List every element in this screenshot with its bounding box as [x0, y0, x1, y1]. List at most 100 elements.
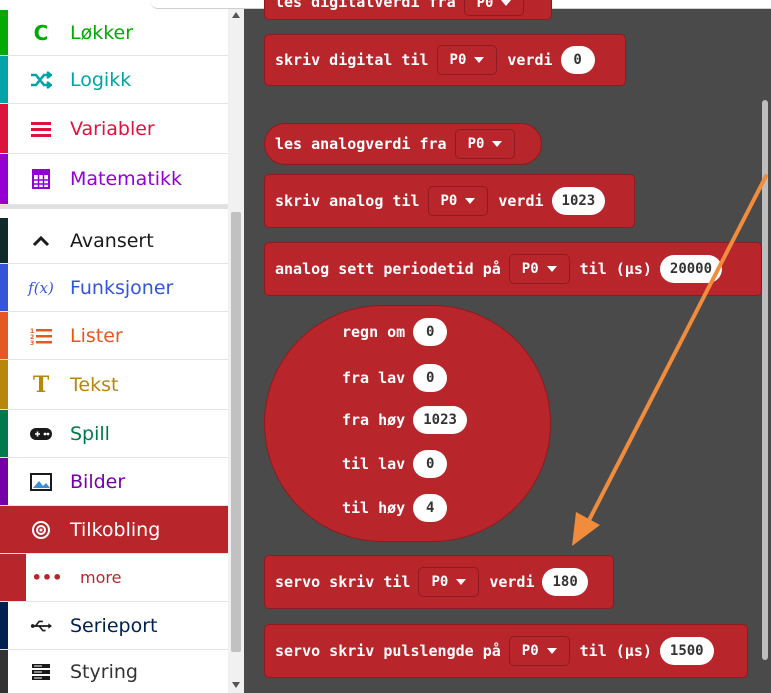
category-label: Styring: [70, 660, 138, 683]
category-control[interactable]: Styring: [0, 650, 228, 693]
block-text: les analogverdi fra: [275, 135, 447, 153]
category-advanced[interactable]: Avansert: [0, 218, 228, 264]
category-label: Tilkobling: [70, 518, 161, 541]
category-label: Tekst: [70, 373, 119, 396]
pin-value: P0: [521, 261, 539, 277]
category-functions[interactable]: f(x) Funksjoner: [0, 264, 228, 312]
map-row: fra høy 1023: [342, 406, 467, 434]
value-input[interactable]: 1023: [413, 406, 467, 434]
pin-value: P0: [440, 193, 458, 209]
value-input[interactable]: 20000: [659, 255, 723, 283]
category-stripe: [0, 264, 8, 311]
pin-dropdown[interactable]: P0: [463, 0, 525, 16]
dropdown-caret-icon: [492, 141, 503, 147]
flyout-scrollbar[interactable]: [762, 100, 768, 660]
block-text: verdi: [498, 192, 544, 210]
pin-value: P0: [431, 574, 449, 590]
pin-dropdown[interactable]: P0: [454, 129, 516, 159]
pin-dropdown[interactable]: P0: [436, 45, 498, 75]
category-stripe: [0, 650, 8, 693]
block-text: servo skriv til: [275, 573, 411, 591]
calculator-icon: [30, 168, 52, 190]
target-icon: [30, 519, 52, 541]
category-stripe: [0, 602, 8, 649]
category-label: Lister: [70, 324, 123, 347]
function-icon: f(x): [28, 278, 54, 297]
category-stripe: [0, 458, 8, 505]
category-lists[interactable]: 123 Lister: [0, 312, 228, 360]
category-toolbox: C Løkker Logikk Variabler Matematikk Ava…: [0, 0, 228, 693]
digital-write-block[interactable]: skriv digital til P0 verdi 0: [264, 34, 626, 86]
value-input[interactable]: 0: [413, 364, 448, 392]
scroll-up-arrow-icon[interactable]: [232, 12, 240, 18]
category-label: Avansert: [70, 229, 154, 252]
category-label: Variabler: [70, 117, 155, 140]
category-text[interactable]: T Tekst: [0, 360, 228, 410]
pin-dropdown[interactable]: P0: [508, 636, 570, 666]
category-images[interactable]: Bilder: [0, 458, 228, 506]
category-label: more: [80, 568, 122, 587]
category-variables[interactable]: Variabler: [0, 104, 228, 154]
category-label: Matematikk: [70, 168, 183, 190]
category-game[interactable]: Spill: [0, 410, 228, 458]
map-label: fra lav: [342, 369, 406, 387]
value-input[interactable]: 1500: [659, 637, 714, 665]
scroll-down-arrow-icon[interactable]: [232, 682, 240, 688]
category-stripe: [0, 154, 8, 204]
pin-dropdown[interactable]: P0: [418, 567, 480, 597]
scrollbar-thumb[interactable]: [231, 212, 241, 652]
dropdown-caret-icon: [474, 57, 485, 63]
analog-period-block[interactable]: analog sett periodetid på P0 til (µs) 20…: [264, 242, 762, 296]
value-input[interactable]: 1023: [551, 187, 606, 215]
category-math[interactable]: Matematikk: [0, 154, 228, 205]
pin-value: P0: [476, 0, 494, 11]
map-label: til lav: [342, 455, 406, 473]
value-input[interactable]: 180: [542, 568, 588, 596]
server-icon: [30, 661, 52, 683]
gamepad-icon: [30, 423, 52, 445]
pin-value: P0: [449, 52, 467, 68]
more-dots-icon: •••: [31, 568, 63, 587]
numbered-list-icon: 123: [30, 325, 52, 347]
analog-write-block[interactable]: skriv analog til P0 verdi 1023: [264, 174, 635, 228]
list-lines-icon: [30, 118, 52, 140]
digital-read-block-partial[interactable]: les digitalverdi fra P0: [264, 0, 552, 20]
category-stripe: [0, 104, 8, 153]
pin-dropdown[interactable]: P0: [508, 254, 570, 284]
map-label: fra høy: [342, 411, 406, 429]
value-input[interactable]: 0: [413, 318, 448, 346]
map-row: regn om 0: [342, 318, 448, 346]
category-label: Funksjoner: [70, 276, 174, 299]
block-text: til (µs): [579, 642, 652, 660]
dropdown-caret-icon: [465, 198, 476, 204]
value-input[interactable]: 0: [413, 450, 448, 478]
category-label: Løkker: [70, 21, 134, 44]
category-stripe: [0, 410, 8, 457]
category-label: Serieport: [70, 614, 158, 637]
dropdown-caret-icon: [456, 579, 467, 585]
category-more[interactable]: ••• more: [0, 554, 228, 602]
map-label: til høy: [342, 499, 406, 517]
category-stripe: [0, 10, 8, 55]
loop-icon: C: [33, 20, 49, 45]
map-row: til høy 4: [342, 494, 448, 522]
shuffle-icon: [30, 69, 52, 91]
category-stripe: [0, 312, 8, 359]
map-row: til lav 0: [342, 450, 448, 478]
analog-read-block[interactable]: les analogverdi fra P0: [264, 123, 542, 165]
block-text: verdi: [507, 51, 553, 69]
category-serial[interactable]: Serieport: [0, 602, 228, 650]
value-input[interactable]: 0: [560, 46, 595, 74]
category-loops[interactable]: C Løkker: [0, 10, 228, 56]
category-pins-selected[interactable]: Tilkobling: [0, 506, 228, 554]
pin-dropdown[interactable]: P0: [427, 186, 489, 216]
pin-value: P0: [521, 643, 539, 659]
servo-write-block[interactable]: servo skriv til P0 verdi 180: [264, 555, 614, 609]
value-input[interactable]: 4: [413, 494, 448, 522]
servo-pulse-block[interactable]: servo skriv pulslengde på P0 til (µs) 15…: [264, 624, 748, 678]
dropdown-caret-icon: [546, 266, 557, 272]
category-logic[interactable]: Logikk: [0, 56, 228, 104]
toolbox-scrollbar[interactable]: [228, 0, 244, 693]
block-text: verdi: [489, 573, 535, 591]
category-label: Spill: [70, 422, 110, 445]
